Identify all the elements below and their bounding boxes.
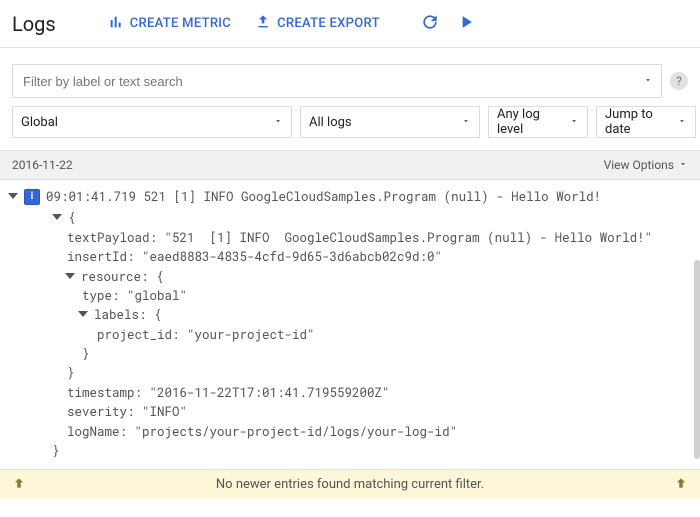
expand-toggle-icon[interactable] — [8, 193, 18, 199]
bar-chart-icon — [108, 14, 124, 34]
json-line: textPayload: "521 [1] INFO GoogleCloudSa… — [52, 229, 692, 248]
expand-toggle-icon[interactable] — [65, 273, 75, 279]
create-export-button[interactable]: CREATE EXPORT — [243, 6, 392, 42]
play-button[interactable] — [448, 6, 484, 42]
scope-value: Global — [21, 115, 58, 130]
logs-dropdown[interactable]: All logs — [300, 106, 480, 138]
chevron-down-icon — [677, 115, 687, 130]
jump-value: Jump to date — [605, 107, 669, 137]
date-bar: 2016-11-22 View Options — [0, 150, 700, 180]
chevron-down-icon[interactable] — [643, 74, 653, 89]
severity-badge: i — [24, 189, 40, 205]
notice-text: No newer entries found matching current … — [26, 477, 674, 492]
jump-to-date-dropdown[interactable]: Jump to date — [596, 106, 696, 138]
filter-input-container[interactable] — [12, 64, 662, 98]
log-entry[interactable]: i 09:01:41.719 521 [1] INFO GoogleCloudS… — [8, 186, 692, 209]
json-line: labels: { — [94, 306, 162, 325]
view-options-label: View Options — [604, 158, 674, 172]
json-line: timestamp: "2016-11-22T17:01:41.71955920… — [52, 384, 692, 403]
json-line: logName: "projects/your-project-id/logs/… — [52, 423, 692, 442]
view-options-button[interactable]: View Options — [604, 158, 688, 172]
create-metric-label: CREATE METRIC — [130, 16, 231, 31]
scrollbar[interactable] — [694, 260, 700, 459]
json-line: severity: "INFO" — [52, 403, 692, 422]
chevron-down-icon — [273, 115, 283, 130]
dropdown-row: Global All logs Any log level Jump to da… — [0, 106, 700, 150]
json-line: } — [52, 345, 692, 364]
expand-toggle-icon[interactable] — [52, 214, 62, 220]
create-export-label: CREATE EXPORT — [277, 16, 380, 31]
log-json: { textPayload: "521 [1] INFO GoogleCloud… — [8, 209, 692, 461]
chevron-down-icon — [461, 115, 471, 130]
json-line: } — [52, 442, 692, 461]
play-icon — [456, 12, 476, 36]
json-line: type: "global" — [52, 287, 692, 306]
arrow-up-icon[interactable] — [674, 476, 688, 494]
json-line: } — [52, 364, 692, 383]
json-line: project_id: "your-project-id" — [52, 326, 692, 345]
level-value: Any log level — [497, 107, 561, 137]
page-title: Logs — [12, 12, 56, 36]
log-summary: 09:01:41.719 521 [1] INFO GoogleCloudSam… — [46, 188, 601, 207]
json-line: { — [68, 209, 76, 228]
header-toolbar: Logs CREATE METRIC CREATE EXPORT — [0, 0, 700, 48]
create-metric-button[interactable]: CREATE METRIC — [96, 6, 243, 42]
date-label: 2016-11-22 — [12, 158, 73, 172]
expand-toggle-icon[interactable] — [78, 311, 88, 317]
level-dropdown[interactable]: Any log level — [488, 106, 588, 138]
refresh-icon — [420, 12, 440, 36]
arrow-up-icon[interactable] — [12, 476, 26, 494]
filter-input[interactable] — [21, 73, 643, 90]
upload-icon — [255, 14, 271, 34]
help-icon[interactable]: ? — [670, 72, 688, 90]
json-line: resource: { — [81, 268, 164, 287]
log-viewer: i 09:01:41.719 521 [1] INFO GoogleCloudS… — [0, 180, 700, 469]
scope-dropdown[interactable]: Global — [12, 106, 292, 138]
filter-row: ? — [0, 48, 700, 106]
chevron-down-icon — [678, 158, 688, 172]
chevron-down-icon — [569, 115, 579, 130]
notice-bar: No newer entries found matching current … — [0, 469, 700, 499]
logs-value: All logs — [309, 115, 352, 130]
json-line: insertId: "eaed8883-4835-4cfd-9d65-3d6ab… — [52, 248, 692, 267]
refresh-button[interactable] — [412, 6, 448, 42]
